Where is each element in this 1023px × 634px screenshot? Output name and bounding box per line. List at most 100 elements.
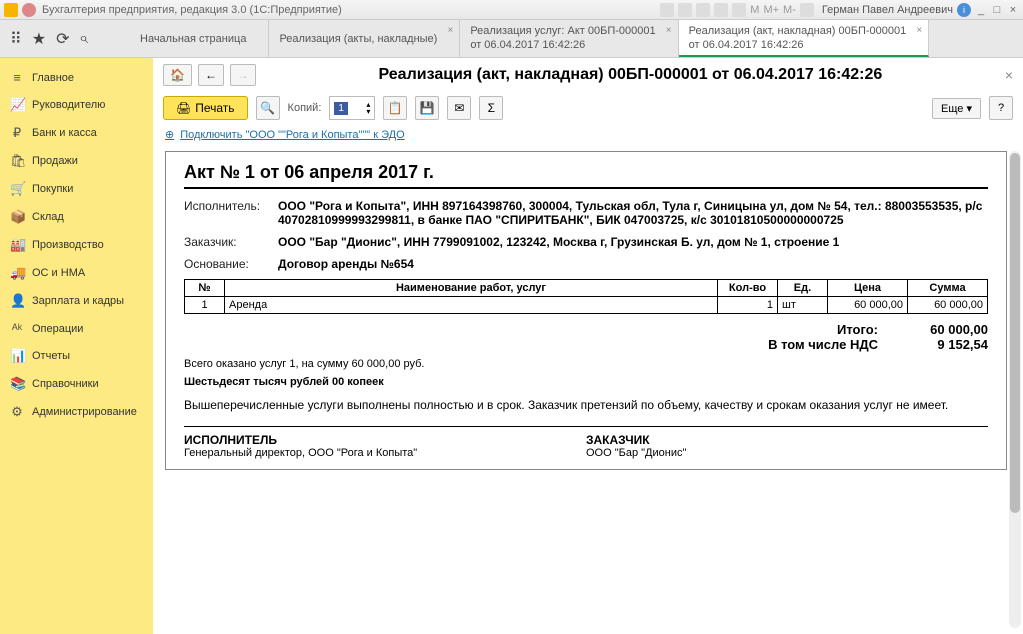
sidebar-item[interactable]: 🚚 ОС и НМА	[0, 259, 153, 287]
nav-label: Зарплата и кадры	[32, 295, 124, 307]
tabs: Начальная страница Реализация (акты, нак…	[130, 20, 1023, 57]
preview-button[interactable]: 🔍	[256, 96, 280, 120]
table-row: 1Аренда1шт60 000,0060 000,00	[185, 297, 988, 314]
scrollbar-thumb[interactable]	[1010, 153, 1020, 513]
executor-value: ООО "Рога и Копыта", ИНН 897164398760, 3…	[278, 199, 988, 227]
sidebar-item[interactable]: ⚙ Администрирование	[0, 398, 153, 426]
nav-icon: ₽	[10, 125, 24, 141]
nav-label: Операции	[32, 323, 83, 335]
tab-close-icon[interactable]: ×	[447, 24, 453, 38]
m-minus-icon[interactable]: M-	[783, 4, 796, 16]
titlebar-icon[interactable]	[678, 3, 692, 17]
titlebar-icon[interactable]	[732, 3, 746, 17]
user-icon[interactable]	[800, 3, 814, 17]
sidebar-item[interactable]: 📦 Склад	[0, 203, 153, 231]
search-icon[interactable]: ⌕	[79, 30, 88, 48]
executor-label: Исполнитель:	[184, 199, 278, 227]
print-button[interactable]: 🖨 Печать	[163, 96, 248, 120]
user-name: Герман Павел Андреевич	[822, 4, 953, 16]
copies-label: Копий:	[288, 102, 322, 114]
m-icon[interactable]: M	[750, 4, 759, 16]
nav-label: Руководителю	[32, 99, 105, 111]
document: Акт № 1 от 06 апреля 2017 г. Исполнитель…	[165, 151, 1007, 470]
copies-input[interactable]: 1▴▾	[329, 96, 375, 120]
nav-label: Главное	[32, 72, 74, 84]
tab-act-invoice[interactable]: Реализация (акт, накладная) 00БП-000001о…	[679, 20, 930, 57]
m-plus-icon[interactable]: M+	[763, 4, 779, 16]
nav-back-button[interactable]: ←	[198, 64, 224, 86]
nav-icon: 📈	[10, 97, 24, 113]
tab-service-act[interactable]: Реализация услуг: Акт 00БП-000001от 06.0…	[460, 20, 678, 57]
info-icon[interactable]: i	[957, 3, 971, 17]
totals: Итого:60 000,00 В том числе НДС9 152,54	[184, 322, 988, 352]
titlebar-icon[interactable]	[660, 3, 674, 17]
nav-label: ОС и НМА	[32, 267, 85, 279]
star-icon[interactable]: ★	[32, 29, 46, 49]
nav-icon: 🚚	[10, 265, 24, 281]
customer-label: Заказчик:	[184, 235, 278, 249]
sidebar-item[interactable]: 👤 Зарплата и кадры	[0, 287, 153, 315]
nav-icon: ⚙	[10, 404, 24, 420]
amount-words: Шестьдесят тысяч рублей 00 копеек	[184, 376, 988, 388]
window-title: Бухгалтерия предприятия, редакция 3.0 (1…	[42, 4, 660, 16]
maximize-icon[interactable]: □	[991, 4, 1003, 16]
apps-icon[interactable]: ⠿	[10, 29, 22, 49]
save-button[interactable]: 💾	[415, 96, 439, 120]
sidebar-item[interactable]: 🛍Продажи	[0, 147, 153, 175]
nav-icon: 📦	[10, 209, 24, 225]
sum-button[interactable]: Σ	[479, 96, 503, 120]
legal-text: Вышеперечисленные услуги выполнены полно…	[184, 398, 988, 412]
nav-icon: 🛒	[10, 181, 24, 197]
help-button[interactable]: ?	[989, 96, 1013, 120]
titlebar: Бухгалтерия предприятия, редакция 3.0 (1…	[0, 0, 1023, 20]
scrollbar[interactable]	[1009, 151, 1021, 628]
more-button[interactable]: Еще ▾	[932, 98, 981, 119]
titlebar-icon[interactable]	[696, 3, 710, 17]
sidebar-item[interactable]: 🏭Производство	[0, 231, 153, 259]
toolbox: ⠿ ★ ⟳ ⌕	[0, 20, 130, 57]
sidebar-item[interactable]: 📊Отчеты	[0, 342, 153, 370]
content-close-icon[interactable]: ×	[1005, 67, 1013, 83]
nav-label: Покупки	[32, 183, 73, 195]
sidebar-item[interactable]: 📚 Справочники	[0, 370, 153, 398]
back-icon[interactable]	[22, 3, 36, 17]
customer-signature: ЗАКАЗЧИКООО "Бар "Дионис"	[586, 433, 988, 459]
nav-label: Справочники	[32, 378, 99, 390]
titlebar-icon[interactable]	[714, 3, 728, 17]
basis-label: Основание:	[184, 257, 278, 271]
nav-icon: 👤	[10, 293, 24, 309]
nav-label: Производство	[32, 239, 104, 251]
tab-start[interactable]: Начальная страница	[130, 20, 269, 57]
sidebar: ≡Главное 📈 Руководителю ₽ Банк и касса 🛍Прода…	[0, 58, 153, 634]
home-button[interactable]: 🏠	[163, 64, 192, 86]
tab-close-icon[interactable]: ×	[916, 24, 922, 38]
sidebar-item[interactable]: 📈 Руководителю	[0, 91, 153, 119]
page-title: Реализация (акт, накладная) 00БП-000001 …	[262, 66, 999, 84]
nav-label: Банк и касса	[32, 127, 97, 139]
settings-button[interactable]: 📋	[383, 96, 407, 120]
nav-fwd-button[interactable]: →	[230, 64, 256, 86]
nav-icon: 📚	[10, 376, 24, 392]
sidebar-item[interactable]: 🛒 Покупки	[0, 175, 153, 203]
nav-label: Склад	[32, 211, 64, 223]
tab-realizations[interactable]: Реализация (акты, накладные)×	[269, 20, 460, 57]
email-button[interactable]: ✉	[447, 96, 471, 120]
nav-label: Администрирование	[32, 406, 137, 418]
customer-value: ООО "Бар "Дионис", ИНН 7799091002, 12324…	[278, 235, 988, 249]
history-icon[interactable]: ⟳	[56, 29, 69, 49]
nav-label: Отчеты	[32, 350, 70, 362]
items-table: №Наименование работ, услугКол-воЕд.ЦенаС…	[184, 279, 988, 314]
executor-signature: ИСПОЛНИТЕЛЬГенеральный директор, ООО "Ро…	[184, 433, 586, 459]
doc-title: Акт № 1 от 06 апреля 2017 г.	[184, 162, 988, 189]
app-logo-icon	[4, 3, 18, 17]
minimize-icon[interactable]: _	[975, 4, 987, 16]
summary-text: Всего оказано услуг 1, на сумму 60 000,0…	[184, 358, 988, 370]
nav-icon: ᴬᵏ	[10, 321, 24, 336]
sidebar-item[interactable]: ᴬᵏ Операции	[0, 315, 153, 342]
edo-link[interactable]: ⊕ Подключить "ООО ""Рога и Копыта""" к Э…	[153, 124, 1023, 145]
sidebar-item[interactable]: ≡Главное	[0, 64, 153, 91]
sidebar-item[interactable]: ₽ Банк и касса	[0, 119, 153, 147]
close-icon[interactable]: ×	[1007, 4, 1019, 16]
nav-icon: 🛍	[10, 153, 24, 169]
tab-close-icon[interactable]: ×	[666, 24, 672, 38]
